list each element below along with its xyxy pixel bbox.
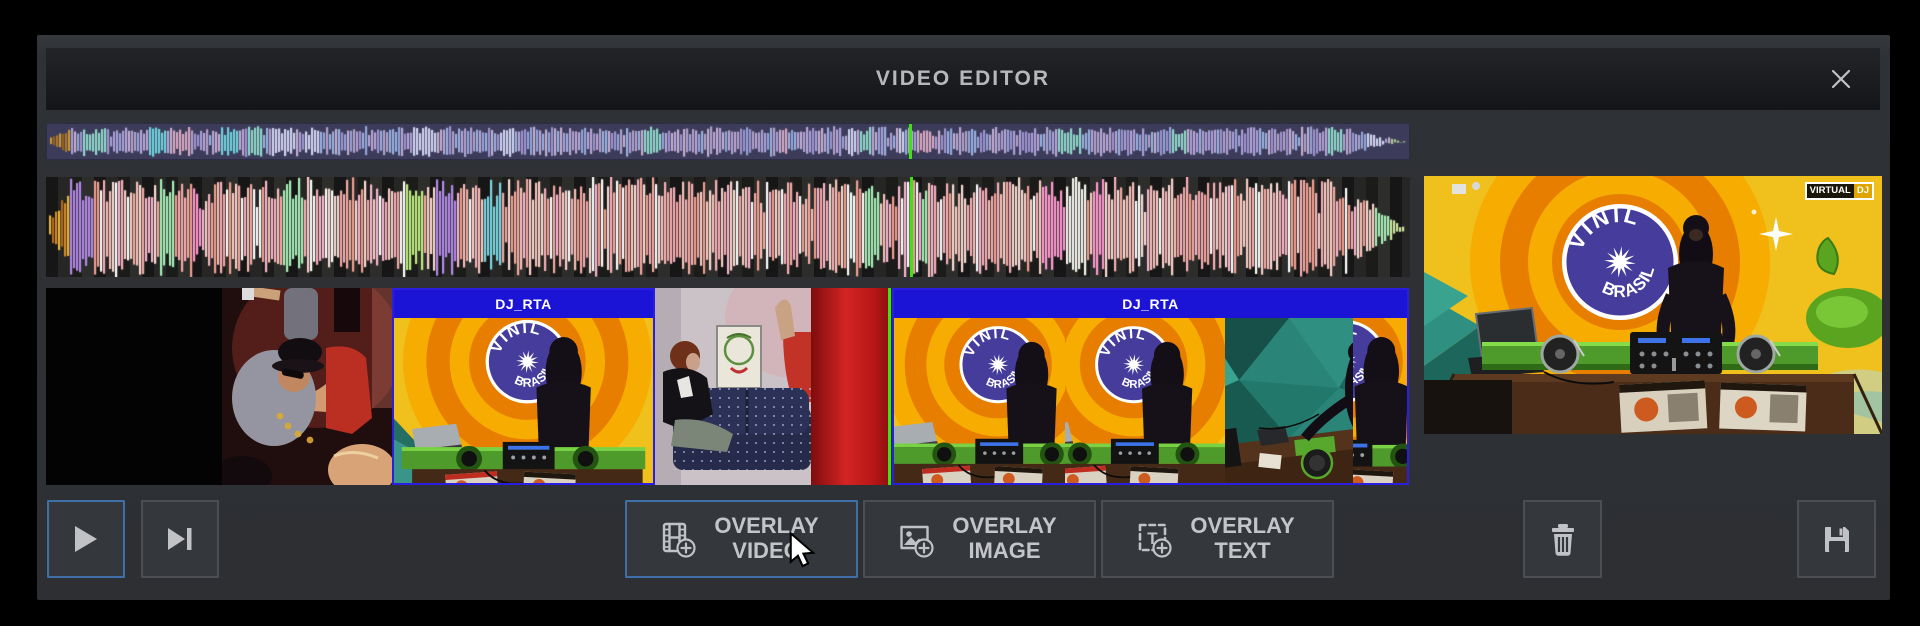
virtualdj-watermark-left: VIRTUAL (1807, 184, 1854, 198)
save-button[interactable] (1797, 500, 1876, 578)
overview-playhead (909, 124, 912, 159)
clip1-black-frame (46, 288, 222, 485)
trash-icon (1547, 521, 1579, 557)
clip2-title-bar: DJ_RTA (394, 290, 653, 318)
clip4-dj-scene-a (894, 318, 1065, 483)
clip4-dj-scene-b (1065, 318, 1225, 483)
clip4-overhead-scene (1225, 318, 1353, 483)
floppy-disk-icon (1820, 522, 1854, 556)
clip-thumbnail-4[interactable]: DJ_RTA (892, 288, 1409, 485)
clip-thumbnail-1[interactable] (46, 288, 392, 485)
clip3-couch-scene (655, 288, 811, 485)
clip-thumbnail-3[interactable] (655, 288, 889, 485)
clip4-dj-scene-c (1353, 318, 1407, 483)
screen: VIDEO EDITOR (0, 0, 1920, 626)
overlay-text-label: OVERLAY TEXT (1186, 514, 1300, 563)
image-plus-icon (898, 521, 935, 558)
play-button[interactable] (47, 500, 125, 578)
clip-thumbnail-2[interactable]: DJ_RTA (392, 288, 655, 485)
close-icon (1830, 68, 1852, 90)
clip1-party-scene (222, 288, 392, 485)
overlay-text-button[interactable]: T OVERLAY TEXT (1101, 500, 1334, 578)
preview-dj-scene (1424, 176, 1882, 434)
skip-to-next-icon (167, 527, 193, 551)
close-button[interactable] (1824, 62, 1858, 96)
text-plus-icon: T (1136, 521, 1173, 558)
overlay-image-label: OVERLAY IMAGE (948, 514, 1062, 563)
delete-button[interactable] (1523, 500, 1602, 578)
virtualdj-watermark: VIRTUAL DJ (1805, 182, 1874, 200)
overview-waveform[interactable] (46, 123, 1410, 160)
film-plus-icon (660, 521, 697, 558)
clip3-red-frame (811, 288, 889, 485)
preview-video: VIRTUAL DJ (1424, 176, 1882, 434)
video-editor-dialog: VIDEO EDITOR (37, 35, 1890, 600)
overlay-video-button[interactable]: OVERLAY VIDEO (625, 500, 858, 578)
clip4-title: DJ_RTA (1122, 296, 1178, 312)
title-bar: VIDEO EDITOR (46, 48, 1880, 110)
play-icon (74, 525, 98, 553)
virtualdj-watermark-right: DJ (1854, 184, 1872, 198)
next-frame-button[interactable] (141, 500, 219, 578)
clip2-dj-scene (394, 318, 653, 483)
main-playhead (910, 177, 913, 277)
dialog-title: VIDEO EDITOR (876, 67, 1050, 91)
overlay-image-button[interactable]: OVERLAY IMAGE (863, 500, 1096, 578)
filmstrip-playhead (888, 288, 891, 485)
overlay-video-label: OVERLAY VIDEO (710, 514, 824, 563)
filmstrip-timeline: DJ_RTA (46, 288, 1409, 485)
clip4-title-bar: DJ_RTA (894, 290, 1407, 318)
main-waveform[interactable] (46, 177, 1410, 277)
clip2-title: DJ_RTA (495, 296, 551, 312)
